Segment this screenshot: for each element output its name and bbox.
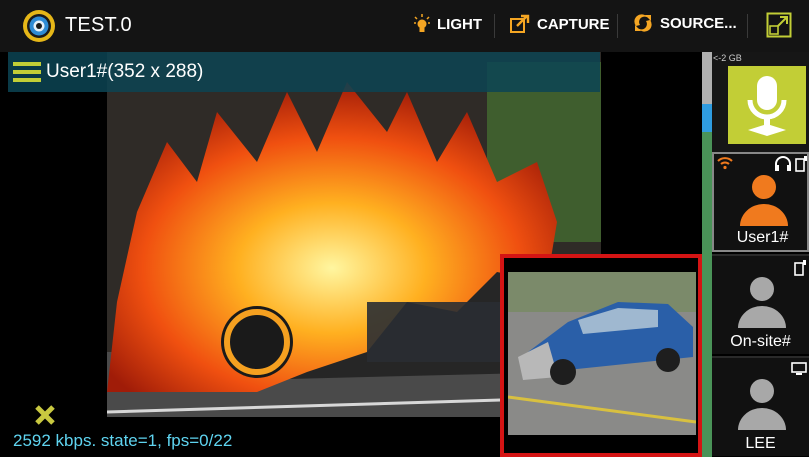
light-button[interactable]: LIGHT — [414, 14, 482, 34]
close-icon[interactable] — [34, 404, 56, 426]
menu-icon[interactable] — [13, 60, 41, 84]
scroll-indicator[interactable] — [702, 52, 712, 457]
user-name-label: User1# — [736, 229, 789, 246]
user-name-label: LEE — [745, 435, 776, 452]
stream-stats: 2592 kbps. state=1, fps=0/22 — [13, 431, 233, 450]
mic-tile: <-2 GB — [712, 52, 809, 152]
push-to-talk-button[interactable] — [728, 66, 806, 144]
user-tile-user1[interactable]: User1# — [712, 152, 809, 252]
scroll-thumb[interactable] — [702, 104, 712, 132]
light-label: LIGHT — [437, 15, 482, 33]
toolbar-divider — [747, 14, 748, 38]
app-title: TEST.0 — [65, 14, 132, 36]
crashed-car-image — [508, 272, 696, 435]
video-header: User1#(352 x 288) — [8, 52, 600, 92]
switch-source-icon — [634, 14, 652, 32]
pip-image — [508, 272, 696, 435]
expand-icon[interactable] — [766, 12, 792, 38]
user-tile-lee[interactable]: LEE — [712, 356, 809, 456]
scroll-track — [702, 52, 712, 104]
bulb-icon — [414, 14, 430, 32]
storage-indicator: <-2 GB — [713, 53, 742, 63]
toolbar-divider — [494, 14, 495, 38]
pip-video[interactable] — [500, 254, 702, 457]
source-label: SOURCE... — [660, 14, 737, 32]
source-button[interactable]: SOURCE... — [633, 14, 737, 32]
user-avatar-icon — [740, 175, 788, 226]
capture-label: CAPTURE — [537, 15, 610, 33]
user-name-label: On-site# — [730, 333, 791, 350]
top-bar: TEST.0 LIGHT CAPTURE SOURCE... — [0, 0, 809, 52]
capture-button[interactable]: CAPTURE — [510, 14, 610, 34]
side-panel: <-2 GB User1# On-site# LEE — [712, 52, 809, 457]
user-avatar-icon — [738, 379, 786, 430]
microphone-icon — [747, 76, 787, 136]
capture-icon — [510, 14, 530, 33]
user-avatar-icon — [738, 277, 786, 328]
app-logo-icon — [23, 10, 55, 42]
headset-phone-icon — [775, 156, 807, 172]
user-tile-onsite[interactable]: On-site# — [712, 254, 809, 354]
wifi-icon — [717, 157, 733, 170]
phone-icon — [794, 260, 806, 276]
toolbar-divider — [617, 14, 618, 38]
video-title: User1#(352 x 288) — [46, 61, 204, 82]
monitor-icon — [791, 362, 807, 375]
